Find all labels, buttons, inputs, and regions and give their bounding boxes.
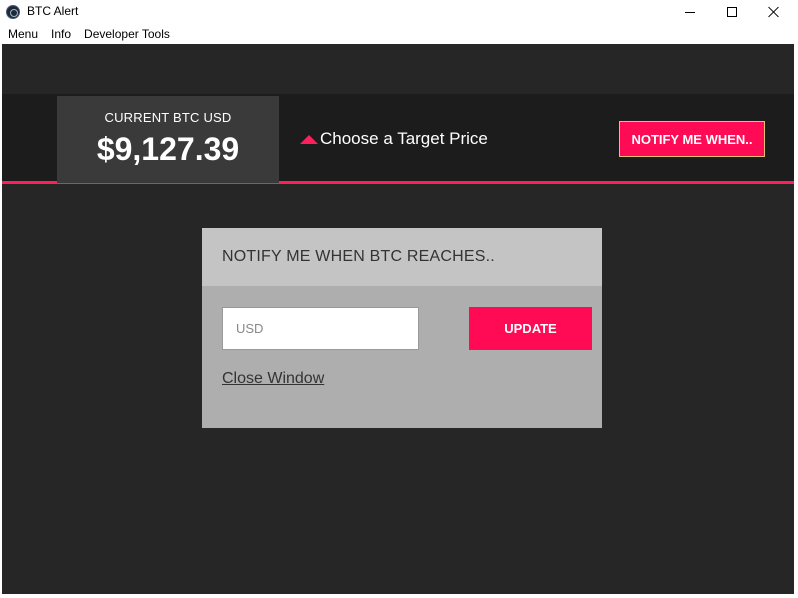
notify-dialog: NOTIFY ME WHEN BTC REACHES.. UPDATE Clos… [202,228,602,428]
window-title: BTC Alert [27,4,79,18]
title-bar: BTC Alert [0,0,798,24]
current-price-box: CURRENT BTC USD $9,127.39 [57,96,279,183]
dialog-title: NOTIFY ME WHEN BTC REACHES.. [202,228,602,286]
minimize-button[interactable] [668,0,712,24]
price-label: CURRENT BTC USD [104,110,232,125]
close-window-link[interactable]: Close Window [222,370,324,388]
window-right-border [794,44,798,598]
menu-item-info[interactable]: Info [51,27,71,41]
app-icon [6,5,20,19]
menu-bar: Menu Info Developer Tools [0,24,798,44]
maximize-icon [727,7,737,17]
price-value: $9,127.39 [96,131,240,167]
close-button[interactable] [752,0,796,24]
app-content: CURRENT BTC USD $9,127.39 Choose a Targe… [2,44,794,594]
close-icon [768,6,780,18]
update-button[interactable]: UPDATE [469,307,592,350]
menu-item-menu[interactable]: Menu [8,27,38,41]
target-price-prompt: Choose a Target Price [300,129,488,149]
maximize-button[interactable] [710,0,754,24]
minimize-icon [685,11,695,13]
menu-item-developer-tools[interactable]: Developer Tools [84,27,170,41]
notify-me-button[interactable]: NOTIFY ME WHEN.. [619,121,765,157]
target-price-text: Choose a Target Price [320,129,488,148]
triangle-up-icon [300,135,318,144]
usd-input[interactable] [222,307,419,350]
window-bottom-border [0,594,798,598]
